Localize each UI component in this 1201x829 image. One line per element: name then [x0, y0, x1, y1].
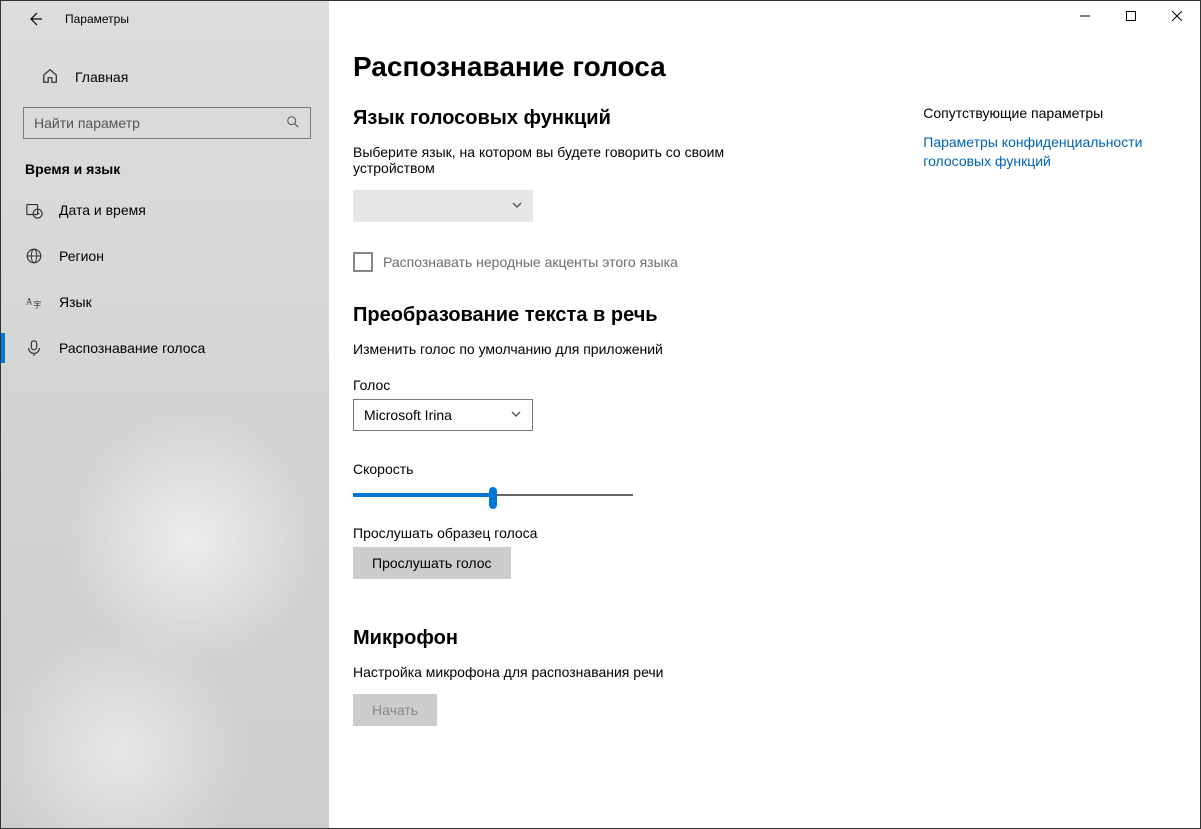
mic-start-button[interactable]: Начать — [353, 694, 437, 726]
voice-dropdown[interactable]: Microsoft Irina — [353, 399, 533, 431]
sidebar: Параметры Главная Время и язык Дата и вр… — [1, 1, 329, 828]
related-link[interactable]: Параметры конфиденциальности голосовых ф… — [923, 133, 1160, 171]
sidebar-item-speech[interactable]: Распознавание голоса — [1, 325, 329, 371]
search-input[interactable] — [34, 115, 286, 131]
section-mic-desc: Настройка микрофона для распознавания ре… — [353, 664, 773, 680]
page-title: Распознавание голоса — [353, 51, 883, 83]
preview-voice-button[interactable]: Прослушать голос — [353, 547, 511, 579]
sidebar-item-label: Дата и время — [59, 202, 146, 218]
arrow-left-icon — [27, 11, 43, 27]
section-lang-heading: Язык голосовых функций — [353, 107, 883, 130]
home-label: Главная — [75, 69, 128, 85]
home-nav[interactable]: Главная — [1, 57, 329, 97]
close-button[interactable] — [1154, 1, 1200, 31]
slider-fill — [353, 493, 493, 497]
globe-icon — [25, 247, 43, 265]
back-button[interactable] — [17, 1, 53, 37]
maximize-button[interactable] — [1108, 1, 1154, 31]
home-icon — [41, 67, 59, 88]
slider-thumb[interactable] — [489, 487, 497, 509]
minimize-icon — [1080, 11, 1090, 21]
svg-text:A: A — [26, 297, 33, 307]
sidebar-category: Время и язык — [1, 139, 329, 187]
section-tts-heading: Преобразование текста в речь — [353, 304, 883, 327]
sidebar-item-region[interactable]: Регион — [1, 233, 329, 279]
lang-dropdown[interactable] — [353, 190, 533, 222]
speed-slider[interactable] — [353, 485, 633, 505]
sidebar-item-label: Язык — [59, 294, 92, 310]
chevron-down-icon — [511, 198, 523, 214]
chevron-down-icon — [510, 407, 522, 423]
search-icon — [286, 115, 300, 132]
calendar-clock-icon — [25, 201, 43, 219]
search-box[interactable] — [23, 107, 311, 139]
checkbox-box[interactable] — [353, 252, 373, 272]
sidebar-item-language[interactable]: A字 Язык — [1, 279, 329, 325]
voice-label: Голос — [353, 377, 883, 393]
minimize-button[interactable] — [1062, 1, 1108, 31]
main: Распознавание голоса Язык голосовых функ… — [329, 1, 1200, 828]
related-heading: Сопутствующие параметры — [923, 105, 1160, 121]
speed-label: Скорость — [353, 461, 883, 477]
section-lang-desc: Выберите язык, на котором вы будете гово… — [353, 144, 773, 176]
svg-text:字: 字 — [33, 299, 41, 309]
titlebar-left: Параметры — [1, 1, 329, 37]
accent-checkbox-label: Распознавать неродные акценты этого язык… — [383, 254, 678, 270]
voice-dropdown-value: Microsoft Irina — [364, 407, 452, 423]
close-icon — [1172, 11, 1182, 21]
section-mic-heading: Микрофон — [353, 627, 883, 650]
titlebar-right — [1062, 1, 1200, 31]
microphone-icon — [25, 339, 43, 357]
section-tts-desc: Изменить голос по умолчанию для приложен… — [353, 341, 773, 357]
sidebar-item-date-time[interactable]: Дата и время — [1, 187, 329, 233]
language-icon: A字 — [25, 293, 43, 311]
preview-label: Прослушать образец голоса — [353, 525, 883, 541]
sidebar-item-label: Регион — [59, 248, 104, 264]
sidebar-item-label: Распознавание голоса — [59, 340, 205, 356]
window-title: Параметры — [65, 12, 129, 26]
maximize-icon — [1126, 11, 1136, 21]
accent-checkbox-row[interactable]: Распознавать неродные акценты этого язык… — [353, 252, 883, 272]
